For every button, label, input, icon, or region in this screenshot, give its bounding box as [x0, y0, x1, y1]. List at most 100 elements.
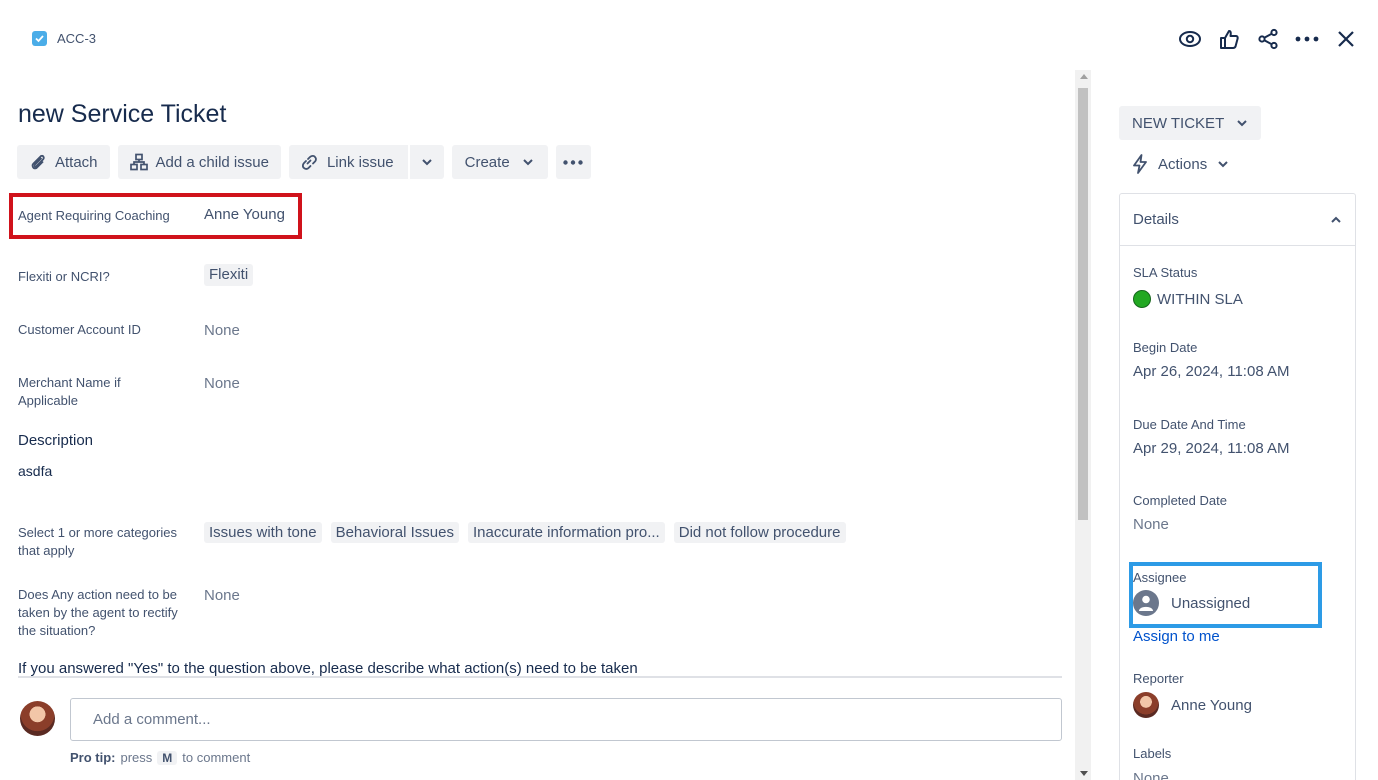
status-dropdown-button[interactable]: NEW TICKET: [1119, 106, 1262, 140]
scroll-up-arrow-icon[interactable]: [1080, 74, 1088, 79]
details-panel-header[interactable]: Details: [1120, 194, 1355, 246]
category-tags: Issues with tone Behavioral Issues Inaccur…: [204, 522, 855, 560]
category-tag[interactable]: Inaccurate information pro...: [467, 522, 665, 543]
share-icon[interactable]: [1255, 25, 1280, 53]
field-customer-account-id: Customer Account ID None: [18, 321, 240, 341]
field-label: Flexiti or NCRI?: [18, 269, 110, 284]
detail-value[interactable]: Apr 29, 2024, 11:08 AM: [1133, 440, 1290, 457]
toolbar-more-button[interactable]: [555, 145, 591, 179]
link-issue-label: Link issue: [326, 153, 394, 171]
reporter-avatar: [1133, 692, 1159, 718]
issue-key[interactable]: ACC-3: [57, 31, 96, 46]
link-issue-split-button: Link issue: [288, 145, 444, 179]
detail-assignee: Assignee Unassigned: [1133, 570, 1250, 616]
field-flexiti-or-ncri: Flexiti or NCRI? Flexiti: [18, 264, 262, 286]
action-description-question: If you answered "Yes" to the question ab…: [18, 660, 638, 677]
like-thumbs-up-icon[interactable]: [1216, 25, 1241, 53]
add-comment-input[interactable]: Add a comment...: [70, 698, 1062, 741]
scroll-down-arrow-icon[interactable]: [1080, 771, 1088, 776]
chevron-down-icon: [1237, 120, 1247, 127]
create-button[interactable]: Create: [451, 145, 548, 179]
detail-label: Reporter: [1133, 671, 1184, 686]
detail-label: SLA Status: [1133, 265, 1198, 280]
field-merchant-name: Merchant Name if Applicable None: [18, 374, 240, 410]
close-icon[interactable]: [1333, 25, 1358, 53]
more-actions-icon[interactable]: [1294, 25, 1319, 53]
details-heading: Details: [1133, 211, 1179, 228]
detail-due-date: Due Date And Time Apr 29, 2024, 11:08 AM: [1133, 417, 1290, 457]
comment-separator: [18, 676, 1062, 678]
scrollbar-thumb[interactable]: [1078, 88, 1088, 520]
chevron-down-icon: [522, 159, 533, 166]
actions-dropdown-button[interactable]: Actions: [1132, 154, 1229, 174]
link-issue-button[interactable]: Link issue: [289, 145, 408, 179]
detail-reporter: Reporter Anne Young: [1133, 671, 1252, 718]
category-tag[interactable]: Issues with tone: [204, 522, 322, 543]
paperclip-icon: [31, 154, 45, 170]
detail-value[interactable]: Apr 26, 2024, 11:08 AM: [1133, 363, 1290, 380]
field-tag[interactable]: Flexiti: [204, 264, 254, 286]
field-value[interactable]: None: [204, 586, 240, 640]
assign-to-me-link[interactable]: Assign to me: [1133, 628, 1220, 645]
field-label: Select 1 or more categories that apply: [18, 525, 177, 558]
detail-label: Labels: [1133, 746, 1172, 761]
detail-sla-status: SLA Status WITHIN SLA: [1133, 265, 1243, 308]
description-text[interactable]: asdfa: [18, 463, 52, 479]
link-issue-dropdown-button[interactable]: [410, 145, 444, 179]
status-label: NEW TICKET: [1132, 114, 1225, 132]
issue-toolbar: Attach Add a child issue Link issue Crea…: [17, 145, 591, 179]
assignee-value[interactable]: Unassigned: [1133, 590, 1250, 616]
task-type-icon: [32, 31, 47, 46]
main-scrollbar[interactable]: [1075, 70, 1091, 780]
hierarchy-icon: [129, 153, 148, 171]
lightning-bolt-icon: [1133, 154, 1147, 174]
watch-eye-icon[interactable]: [1177, 25, 1202, 53]
issue-key-breadcrumb[interactable]: ACC-3: [32, 31, 96, 46]
keyboard-shortcut-key: M: [157, 750, 178, 765]
pro-tip-press: press: [120, 750, 153, 765]
detail-labels: Labels None: [1133, 746, 1171, 780]
detail-value: WITHIN SLA: [1133, 290, 1243, 308]
actions-label: Actions: [1158, 155, 1208, 173]
unassigned-user-icon: [1133, 590, 1159, 616]
detail-label: Begin Date: [1133, 340, 1198, 355]
field-label: Agent Requiring Coaching: [18, 208, 170, 223]
attach-button[interactable]: Attach: [17, 145, 110, 179]
field-value[interactable]: None: [204, 374, 240, 410]
description-heading: Description: [18, 432, 94, 449]
issue-main-panel: new Service Ticket Attach Add a child is…: [0, 70, 1075, 780]
detail-label: Due Date And Time: [1133, 417, 1246, 432]
chevron-up-icon: [1331, 216, 1341, 223]
detail-begin-date: Begin Date Apr 26, 2024, 11:08 AM: [1133, 340, 1290, 380]
current-user-avatar: [20, 701, 55, 736]
pro-tip: Pro tip: press M to comment: [70, 750, 250, 765]
category-tag[interactable]: Did not follow procedure: [673, 522, 846, 543]
category-tag[interactable]: Behavioral Issues: [330, 522, 459, 543]
detail-value[interactable]: None: [1133, 516, 1227, 533]
field-label: Customer Account ID: [18, 322, 141, 337]
reporter-name: Anne Young: [1171, 696, 1252, 714]
field-action-needed: Does Any action need to be taken by the …: [18, 586, 240, 640]
issue-title[interactable]: new Service Ticket: [18, 100, 226, 129]
field-label: Does Any action need to be taken by the …: [18, 587, 178, 638]
issue-top-actions: [1177, 25, 1358, 53]
attach-label: Attach: [55, 153, 98, 171]
field-value[interactable]: Anne Young: [204, 205, 285, 225]
detail-label: Assignee: [1133, 570, 1187, 585]
sla-status-value: WITHIN SLA: [1157, 290, 1243, 308]
detail-label: Completed Date: [1133, 493, 1227, 508]
detail-value[interactable]: None: [1133, 770, 1171, 780]
create-label: Create: [464, 153, 510, 171]
more-horizontal-icon: [563, 159, 583, 165]
field-categories: Select 1 or more categories that apply I…: [18, 522, 855, 560]
detail-completed-date: Completed Date None: [1133, 493, 1227, 533]
sla-status-dot-icon: [1133, 290, 1151, 308]
field-value[interactable]: None: [204, 321, 240, 341]
add-child-issue-button[interactable]: Add a child issue: [117, 145, 281, 179]
assignee-name: Unassigned: [1171, 594, 1251, 612]
reporter-value[interactable]: Anne Young: [1133, 692, 1252, 718]
pro-tip-suffix: to comment: [182, 750, 251, 765]
pro-tip-prefix: Pro tip:: [70, 750, 116, 765]
chevron-down-icon: [1218, 161, 1228, 168]
add-child-issue-label: Add a child issue: [155, 153, 269, 171]
